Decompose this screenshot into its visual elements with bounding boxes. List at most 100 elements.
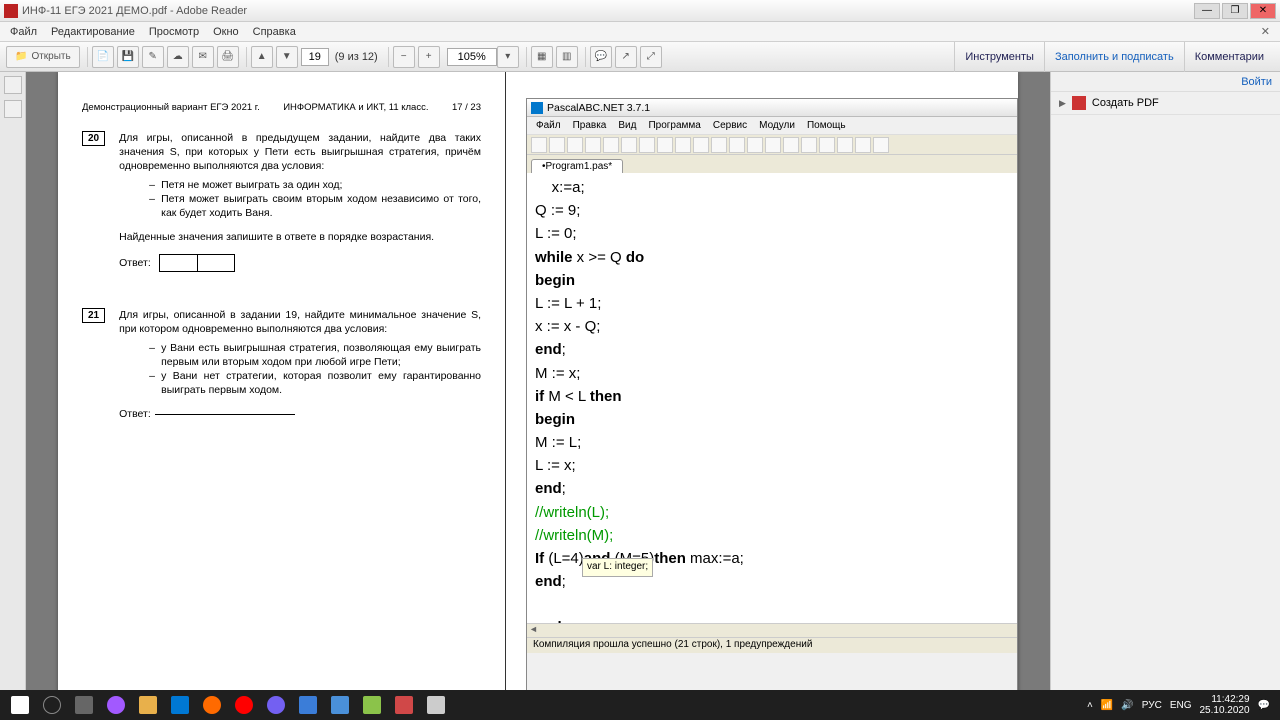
pw-menu-modules[interactable]: Модули bbox=[754, 119, 800, 132]
print-icon[interactable]: ✎ bbox=[142, 46, 164, 68]
pascal-tab-bar: •Program1.pas* bbox=[527, 155, 1017, 173]
pw-tool-icon[interactable] bbox=[729, 137, 745, 153]
answer-box-1 bbox=[159, 254, 197, 272]
pw-tool-icon[interactable] bbox=[711, 137, 727, 153]
taskbar-app-icon[interactable] bbox=[260, 690, 292, 720]
task-20-desc: Для игры, описанной в предыдущем задании… bbox=[119, 132, 481, 172]
taskbar-app-icon[interactable] bbox=[132, 690, 164, 720]
pw-tool-icon[interactable] bbox=[675, 137, 691, 153]
pw-tool-icon[interactable] bbox=[873, 137, 889, 153]
pw-tool-icon[interactable] bbox=[639, 137, 655, 153]
tray-volume-icon[interactable]: 🔊 bbox=[1121, 700, 1133, 711]
menu-edit[interactable]: Редактирование bbox=[45, 24, 141, 40]
comments-button[interactable]: Комментарии bbox=[1184, 42, 1274, 72]
pw-menu-edit[interactable]: Правка bbox=[568, 119, 612, 132]
horizontal-scrollbar[interactable] bbox=[527, 623, 1017, 637]
clock[interactable]: 11:42:29 25.10.2020 bbox=[1199, 694, 1249, 716]
fit-width-icon[interactable]: ▥ bbox=[556, 46, 578, 68]
task-20-bullet-1: Петя не может выиграть за один ход; bbox=[149, 178, 481, 192]
pw-tool-icon[interactable] bbox=[567, 137, 583, 153]
pw-tool-icon[interactable] bbox=[819, 137, 835, 153]
pw-menu-file[interactable]: Файл bbox=[531, 119, 566, 132]
tray-lang[interactable]: РУС bbox=[1142, 700, 1162, 711]
pw-tool-icon[interactable] bbox=[531, 137, 547, 153]
pages-panel-icon[interactable] bbox=[4, 76, 22, 94]
pw-tool-icon[interactable] bbox=[585, 137, 601, 153]
task-20: 20 Для игры, описанной в предыдущем зада… bbox=[82, 131, 481, 272]
zoom-input[interactable] bbox=[447, 48, 497, 66]
pw-tool-icon[interactable] bbox=[603, 137, 619, 153]
fullscreen-icon[interactable]: ⤢ bbox=[640, 46, 662, 68]
menu-file[interactable]: Файл bbox=[4, 24, 43, 40]
open-button[interactable]: 📁 Открыть bbox=[6, 46, 80, 68]
document-area[interactable]: Демонстрационный вариант ЕГЭ 2021 г. ИНФ… bbox=[26, 72, 1050, 720]
tray-wifi-icon[interactable]: 📶 bbox=[1101, 700, 1113, 711]
next-page-button[interactable]: ▼ bbox=[276, 46, 298, 68]
pw-tool-icon[interactable] bbox=[801, 137, 817, 153]
taskbar-app-icon[interactable] bbox=[324, 690, 356, 720]
pw-tool-icon[interactable] bbox=[855, 137, 871, 153]
pw-tool-icon[interactable] bbox=[747, 137, 763, 153]
zoom-out-button[interactable]: − bbox=[393, 46, 415, 68]
pw-menu-program[interactable]: Программа bbox=[643, 119, 705, 132]
minimize-button[interactable]: — bbox=[1194, 3, 1220, 19]
right-panel-header: Войти bbox=[1051, 72, 1280, 92]
start-button[interactable] bbox=[4, 690, 36, 720]
taskbar-app-icon[interactable] bbox=[228, 690, 260, 720]
create-pdf-icon[interactable]: 📄 bbox=[92, 46, 114, 68]
pw-tool-icon[interactable] bbox=[765, 137, 781, 153]
taskbar-app-icon[interactable] bbox=[356, 690, 388, 720]
pw-tool-icon[interactable] bbox=[549, 137, 565, 153]
cloud-icon[interactable]: ☁ bbox=[167, 46, 189, 68]
page-number-input[interactable] bbox=[301, 48, 329, 66]
separator bbox=[526, 47, 527, 67]
taskbar-app-icon[interactable] bbox=[388, 690, 420, 720]
folder-icon: 📁 bbox=[15, 51, 27, 62]
pw-tool-icon[interactable] bbox=[621, 137, 637, 153]
pw-tool-icon[interactable] bbox=[693, 137, 709, 153]
tray-keyboard[interactable]: ENG bbox=[1170, 700, 1192, 711]
taskbar-app-icon[interactable] bbox=[196, 690, 228, 720]
taskbar-app-icon[interactable] bbox=[100, 690, 132, 720]
attach-panel-icon[interactable] bbox=[4, 100, 22, 118]
pdf-icon bbox=[1072, 96, 1086, 110]
pw-menu-view[interactable]: Вид bbox=[613, 119, 641, 132]
login-link[interactable]: Войти bbox=[1241, 76, 1272, 88]
pw-tool-icon[interactable] bbox=[783, 137, 799, 153]
menu-help[interactable]: Справка bbox=[247, 24, 302, 40]
pw-menu-help[interactable]: Помощь bbox=[802, 119, 851, 132]
mail-icon[interactable]: ✉ bbox=[192, 46, 214, 68]
search-button[interactable] bbox=[36, 690, 68, 720]
windows-taskbar: ˄ 📶 🔊 РУС ENG 11:42:29 25.10.2020 💬 bbox=[0, 690, 1280, 720]
maximize-button[interactable]: ❐ bbox=[1222, 3, 1248, 19]
comment-icon[interactable]: 💬 bbox=[590, 46, 612, 68]
share-icon[interactable]: ↗ bbox=[615, 46, 637, 68]
pw-tool-icon[interactable] bbox=[837, 137, 853, 153]
zoom-dropdown[interactable]: ▾ bbox=[497, 46, 519, 68]
save-icon[interactable]: 💾 bbox=[117, 46, 139, 68]
window-titlebar: ИНФ-11 ЕГЭ 2021 ДЕМО.pdf - Adobe Reader … bbox=[0, 0, 1280, 22]
code-editor[interactable]: x:=a; Q := 9; L := 0; while x >= Q do be… bbox=[527, 173, 1017, 623]
prev-page-button[interactable]: ▲ bbox=[251, 46, 273, 68]
taskbar-app-icon[interactable] bbox=[420, 690, 452, 720]
tools-button[interactable]: Инструменты bbox=[954, 42, 1044, 72]
create-pdf-item[interactable]: ▶ Создать PDF bbox=[1051, 92, 1280, 115]
menu-window[interactable]: Окно bbox=[207, 24, 245, 40]
pw-tool-icon[interactable] bbox=[657, 137, 673, 153]
doc-close-button[interactable]: ✕ bbox=[1255, 23, 1276, 40]
pw-menu-service[interactable]: Сервис bbox=[708, 119, 752, 132]
print-icon2[interactable]: 🖨 bbox=[217, 46, 239, 68]
fit-page-icon[interactable]: ▦ bbox=[531, 46, 553, 68]
pascal-title: PascalABC.NET 3.7.1 bbox=[547, 102, 650, 114]
task-view-button[interactable] bbox=[68, 690, 100, 720]
zoom-in-button[interactable]: + bbox=[418, 46, 440, 68]
notifications-icon[interactable]: 💬 bbox=[1258, 700, 1270, 711]
tray-chevron-icon[interactable]: ˄ bbox=[1087, 700, 1093, 711]
close-button[interactable]: ✕ bbox=[1250, 3, 1276, 19]
menu-view[interactable]: Просмотр bbox=[143, 24, 205, 40]
task-number-20: 20 bbox=[82, 131, 105, 146]
pascal-tab[interactable]: •Program1.pas* bbox=[531, 159, 623, 173]
fill-sign-button[interactable]: Заполнить и подписать bbox=[1044, 42, 1184, 72]
taskbar-app-icon[interactable] bbox=[292, 690, 324, 720]
taskbar-app-icon[interactable] bbox=[164, 690, 196, 720]
